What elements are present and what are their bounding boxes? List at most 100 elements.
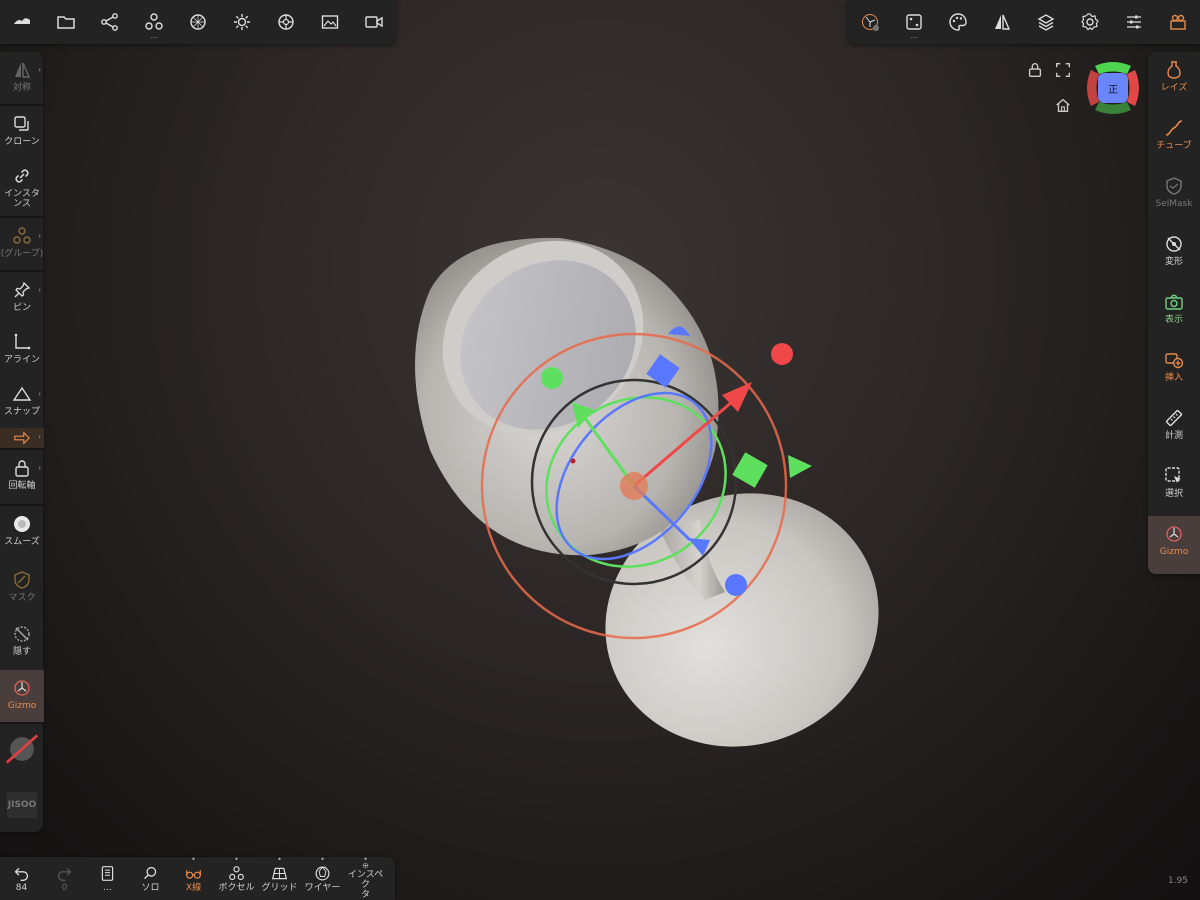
- video-button[interactable]: [352, 0, 396, 44]
- vase-icon: [1167, 61, 1181, 79]
- home-view-icon[interactable]: [1054, 96, 1072, 114]
- topology-button[interactable]: ...: [892, 0, 936, 44]
- symmetry-tool[interactable]: 対称 ›: [0, 52, 44, 104]
- camera-icon: [1165, 294, 1183, 310]
- image-button[interactable]: [308, 0, 352, 44]
- clone-icon: [14, 116, 29, 131]
- selmask-tool[interactable]: SelMask: [1148, 168, 1200, 226]
- inspector-button[interactable]: • インスペク タ: [344, 855, 387, 900]
- gizmo-label: Gizmo: [7, 701, 37, 711]
- sliders-icon: [1127, 15, 1141, 29]
- search-icon: [144, 866, 157, 880]
- files-button[interactable]: [44, 0, 88, 44]
- align-tool[interactable]: アライン: [0, 324, 44, 376]
- scene-graph-icon: [101, 13, 118, 31]
- more-indicator: ...: [910, 32, 918, 40]
- snap-tool[interactable]: スナップ ›: [0, 376, 44, 428]
- option-dot: •: [277, 855, 282, 864]
- image-icon: [321, 15, 339, 29]
- grid-button[interactable]: • グリッド: [258, 855, 301, 900]
- history-button[interactable]: ...: [86, 857, 129, 900]
- wireframe-icon: [315, 866, 330, 881]
- mask-tool[interactable]: マスク: [0, 562, 44, 616]
- caret-icon: ›: [38, 390, 41, 398]
- more-indicator: ...: [150, 32, 158, 40]
- redo-count: 0: [61, 883, 68, 893]
- tube-tool[interactable]: チューブ: [1148, 110, 1200, 168]
- light-button[interactable]: [220, 0, 264, 44]
- transform-gizmo: [480, 326, 812, 640]
- gizmo-icon: [1166, 526, 1182, 542]
- render-button[interactable]: [264, 0, 308, 44]
- app-logo-button[interactable]: [0, 0, 44, 44]
- option-dot: •: [363, 855, 368, 864]
- wireframe-label: ワイヤー: [304, 883, 341, 893]
- store-button[interactable]: [1156, 0, 1200, 44]
- xray-label: X線: [185, 883, 202, 893]
- material-button[interactable]: [176, 0, 220, 44]
- group-label: (グループ): [0, 249, 44, 259]
- lathe-tool[interactable]: レイズ: [1148, 52, 1200, 110]
- material-sphere-icon: [190, 14, 206, 30]
- measure-tool[interactable]: 計測: [1148, 400, 1200, 458]
- gizmo-tool-left[interactable]: Gizmo: [0, 670, 44, 722]
- lock-view-icon[interactable]: [1026, 61, 1044, 79]
- gizmo-settings-icon: [862, 14, 879, 31]
- fullscreen-icon[interactable]: [1054, 61, 1072, 79]
- view-label: 表示: [1164, 315, 1183, 325]
- symmetry-icon: [15, 62, 31, 78]
- pin-tool[interactable]: ピン ›: [0, 272, 44, 324]
- select-tool[interactable]: 選択: [1148, 458, 1200, 516]
- wine-glass-model: [415, 237, 879, 747]
- top-left-toolbar: ...: [0, 0, 396, 44]
- clone-tool[interactable]: クローン: [0, 106, 44, 158]
- history-more: ...: [103, 883, 112, 893]
- hide-tool[interactable]: 隠す: [0, 616, 44, 670]
- solo-button[interactable]: ソロ: [129, 857, 172, 900]
- smooth-brush-icon: [14, 516, 30, 532]
- folder-icon: [57, 16, 75, 29]
- instance-label: インスタ ンス: [4, 189, 40, 209]
- render-icon: [278, 14, 294, 30]
- pin-icon: [14, 281, 31, 298]
- view-cube[interactable]: 正: [1085, 60, 1141, 116]
- primitives-button[interactable]: ...: [132, 0, 176, 44]
- instance-tool[interactable]: インスタ ンス: [0, 158, 44, 216]
- custom-brush-slot[interactable]: [0, 724, 44, 778]
- symmetry-button[interactable]: [980, 0, 1024, 44]
- smooth-tool[interactable]: スムーズ: [0, 506, 44, 562]
- lock-icon: [15, 460, 29, 477]
- redo-button[interactable]: 0: [43, 857, 86, 900]
- disabled-brush-icon: [5, 734, 39, 764]
- group-tool[interactable]: (グループ) ›: [0, 218, 44, 270]
- caret-icon: ›: [38, 232, 41, 240]
- scene-button[interactable]: [88, 0, 132, 44]
- undo-button[interactable]: 84: [0, 857, 43, 900]
- viewport-3d[interactable]: [0, 0, 1200, 900]
- gizmo-tool-right[interactable]: Gizmo: [1148, 516, 1200, 574]
- xray-button[interactable]: • X線: [172, 856, 215, 900]
- sliders-button[interactable]: [1112, 0, 1156, 44]
- inspector-label: インスペク タ: [347, 870, 384, 900]
- undo-count: 84: [15, 883, 28, 893]
- redo-icon: [57, 867, 72, 881]
- palette-button[interactable]: [936, 0, 980, 44]
- settings-gear-icon: [1081, 13, 1099, 31]
- user-slot[interactable]: JISOO: [0, 778, 44, 828]
- gizmo-settings-button[interactable]: [848, 0, 892, 44]
- insert-tool[interactable]: 挿入: [1148, 342, 1200, 400]
- user-label: JISOO: [6, 792, 38, 818]
- view-cube-face-label: 正: [1108, 85, 1118, 96]
- voxel-button[interactable]: • ボクセル: [215, 856, 258, 900]
- pivot-tool[interactable]: 回転軸 ›: [0, 450, 44, 504]
- insert-icon: [1165, 353, 1184, 369]
- wireframe-button[interactable]: • ワイヤー: [301, 856, 344, 900]
- measure-label: 計測: [1164, 431, 1183, 441]
- transform-tool[interactable]: 変形: [1148, 226, 1200, 284]
- arrow-tool[interactable]: ›: [0, 428, 44, 448]
- link-icon: [15, 169, 29, 183]
- settings-button[interactable]: [1068, 0, 1112, 44]
- view-tool[interactable]: 表示: [1148, 284, 1200, 342]
- layers-button[interactable]: [1024, 0, 1068, 44]
- top-right-toolbar: ...: [848, 0, 1200, 44]
